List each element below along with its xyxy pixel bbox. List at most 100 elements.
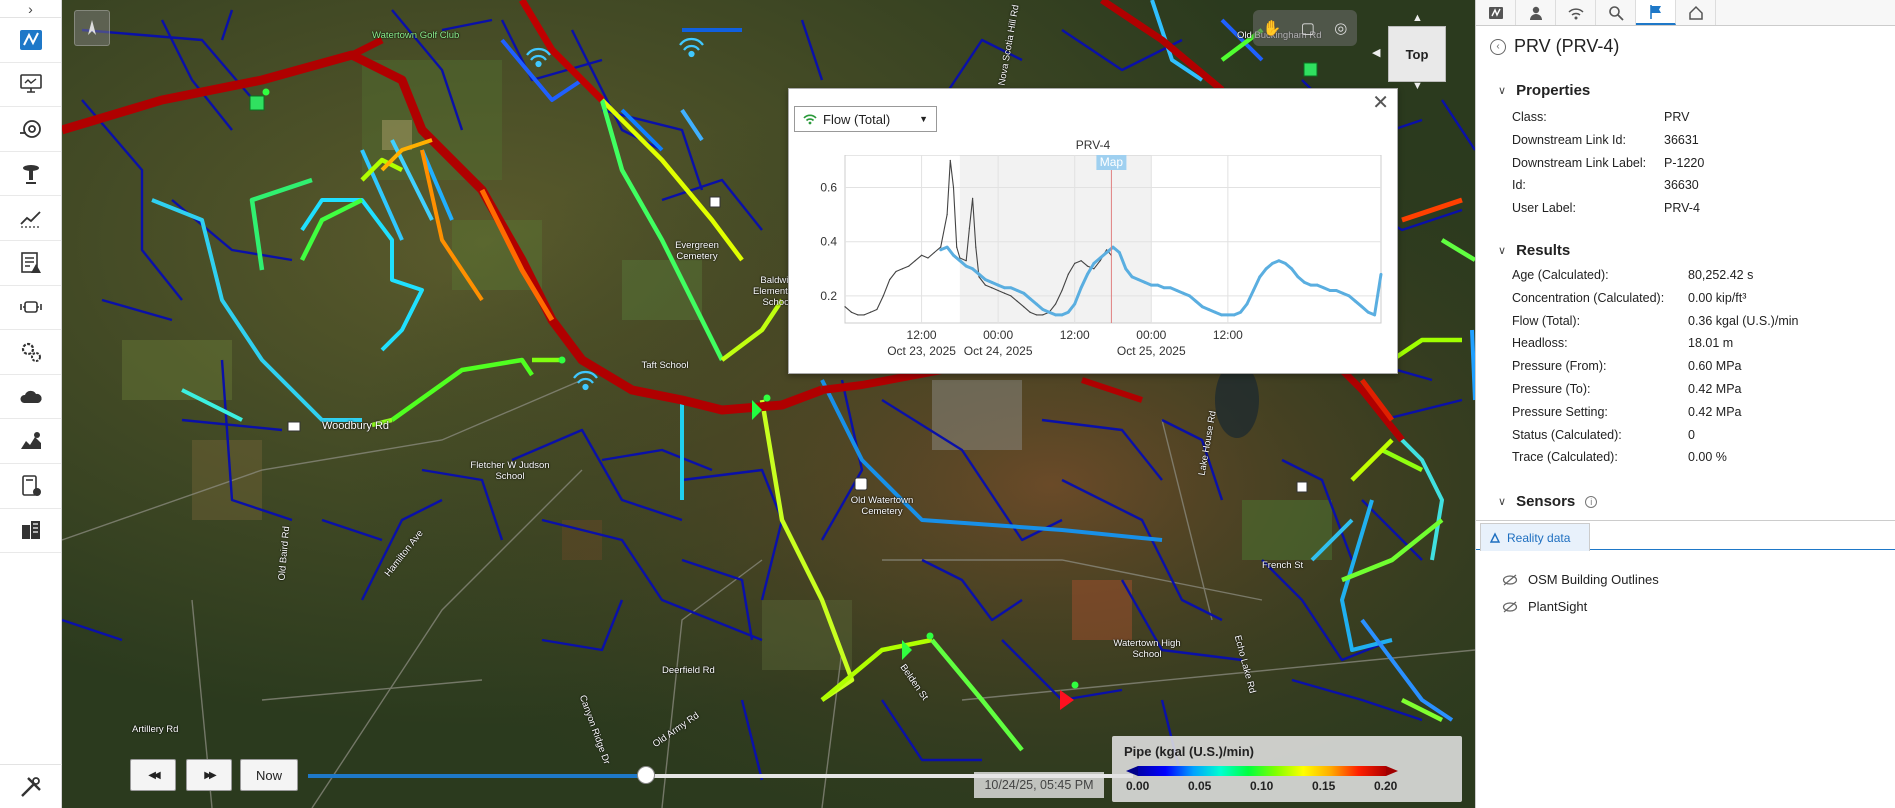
- tool-trend[interactable]: [0, 196, 61, 241]
- chart-point: [1175, 289, 1179, 292]
- property-key: Age (Calculated):: [1512, 268, 1609, 282]
- tool-settings[interactable]: [0, 330, 61, 375]
- sensor-icon: [19, 301, 42, 314]
- back-icon[interactable]: ‹: [1490, 38, 1506, 55]
- layer-row[interactable]: PlantSight: [1502, 599, 1587, 614]
- cloud-icon: [19, 390, 42, 403]
- property-key: Flow (Total):: [1512, 313, 1581, 328]
- property-row: Id: 36630: [1512, 178, 1882, 200]
- chart-point: [1283, 261, 1287, 265]
- eye-off-icon[interactable]: [1502, 601, 1518, 613]
- tool-analytics[interactable]: [0, 419, 61, 464]
- home-icon: [1688, 5, 1703, 20]
- chart-point: [1309, 283, 1313, 287]
- tab-reality-data[interactable]: Reality data: [1480, 523, 1590, 551]
- tool-cloud[interactable]: [0, 375, 61, 420]
- compass-button[interactable]: [74, 10, 110, 46]
- tab-network-view[interactable]: [1476, 0, 1516, 25]
- now-button[interactable]: Now: [240, 759, 298, 791]
- globe-icon[interactable]: ◎: [1334, 19, 1347, 37]
- layer-label: OSM Building Outlines: [1528, 572, 1659, 587]
- chart-point: [1015, 289, 1019, 292]
- chart-point: [946, 214, 948, 216]
- view-cube-top[interactable]: Top: [1388, 26, 1446, 82]
- tool-buildings[interactable]: [0, 509, 61, 554]
- tab-user[interactable]: [1516, 0, 1556, 25]
- property-key: Downstream Link Id:: [1512, 132, 1626, 147]
- tool-sensor[interactable]: [0, 286, 61, 331]
- tool-network-map[interactable]: [0, 18, 61, 63]
- tool-monitor[interactable]: [0, 63, 61, 108]
- property-row: Age (Calculated): 80,252.42 s: [1512, 268, 1882, 290]
- chart-point: [1303, 280, 1306, 284]
- chart-point: [1347, 294, 1351, 298]
- chart-point: [1067, 273, 1069, 275]
- property-value: 0.42 MPa: [1688, 404, 1742, 419]
- chart-x-tick-label: 00:00: [983, 328, 1013, 342]
- tool-pipe-valve[interactable]: [0, 107, 61, 152]
- alerts-report-icon: [20, 251, 41, 273]
- property-value: 36630: [1664, 178, 1699, 193]
- rewind-button[interactable]: ◀◀: [130, 759, 176, 791]
- chart-point: [1334, 289, 1338, 292]
- cube-left-arrow-icon[interactable]: ◀: [1372, 46, 1380, 59]
- chart-x-tick-date: Oct 23, 2025: [887, 344, 956, 358]
- eye-off-icon[interactable]: [1502, 574, 1518, 586]
- chart-point: [990, 280, 994, 284]
- chart-point: [1047, 310, 1051, 314]
- map-view[interactable]: Watertown Golf Club Evergreen Cemetery B…: [62, 0, 1475, 808]
- chart-point: [972, 197, 974, 199]
- chart-point: [964, 264, 968, 268]
- pan-icon[interactable]: ✋: [1263, 19, 1282, 37]
- chart-point: [1060, 313, 1064, 317]
- chart-point: [927, 257, 929, 259]
- tab-flag[interactable]: [1636, 0, 1676, 25]
- chart-point: [850, 311, 852, 313]
- chart-point: [1054, 313, 1057, 317]
- chart-point: [1028, 297, 1032, 301]
- navigation-toolbar: ✋ ▢ ◎: [1253, 10, 1357, 46]
- chart-point: [965, 260, 967, 262]
- close-icon[interactable]: ✕: [1372, 93, 1389, 113]
- tab-signal[interactable]: [1556, 0, 1596, 25]
- tool-alerts-report[interactable]: [0, 241, 61, 286]
- search-icon: [1608, 5, 1624, 21]
- chart-point: [1010, 295, 1012, 297]
- toolbar-expand-button[interactable]: ›: [0, 0, 61, 18]
- layer-row[interactable]: OSM Building Outlines: [1502, 572, 1659, 587]
- tab-home[interactable]: [1676, 0, 1716, 25]
- chart-point: [1016, 300, 1018, 302]
- chart-point: [869, 311, 872, 313]
- tool-tools[interactable]: [0, 764, 62, 808]
- cube-up-arrow-icon[interactable]: ▲: [1412, 12, 1423, 24]
- section-sensors[interactable]: ∨ Sensors i: [1498, 493, 1598, 510]
- chart-point: [956, 246, 958, 248]
- chart-point: [996, 283, 1000, 287]
- info-icon[interactable]: i: [1585, 495, 1598, 508]
- chevron-down-icon: ∨: [1498, 496, 1507, 508]
- fast-forward-button[interactable]: ▶▶: [186, 759, 232, 791]
- chart-point: [1162, 286, 1166, 290]
- select-box-icon[interactable]: ▢: [1301, 19, 1315, 37]
- chart-point: [975, 246, 977, 248]
- chart-x-tick-date: Oct 25, 2025: [1117, 344, 1186, 358]
- chart-point: [945, 245, 949, 249]
- chart-point: [1181, 291, 1185, 295]
- flow-chart[interactable]: 0.2 0.4 0.6 12:00 Oct 23, 2025 00:00 Oct 24, 2…: [789, 155, 1399, 375]
- trend-icon: [19, 211, 41, 228]
- section-properties[interactable]: ∨ Properties: [1498, 82, 1590, 99]
- tool-calculator[interactable]: [0, 464, 61, 509]
- property-row: Status (Calculated): 0: [1512, 428, 1882, 450]
- chart-y-tick-label: 0.6: [820, 181, 837, 195]
- tool-pump[interactable]: [0, 152, 61, 197]
- property-key: Downstream Link Label:: [1512, 155, 1647, 170]
- chart-point: [1023, 306, 1025, 308]
- chart-point: [1354, 299, 1357, 303]
- tab-search[interactable]: [1596, 0, 1636, 25]
- property-key: Pressure (From):: [1512, 359, 1607, 374]
- property-row: Trace (Calculated): 0.00 %: [1512, 450, 1882, 472]
- section-results[interactable]: ∨ Results: [1498, 242, 1570, 259]
- chart-point: [983, 278, 987, 282]
- flag-icon: [1649, 4, 1661, 19]
- chart-attribute-dropdown[interactable]: Flow (Total) ▼: [794, 106, 937, 132]
